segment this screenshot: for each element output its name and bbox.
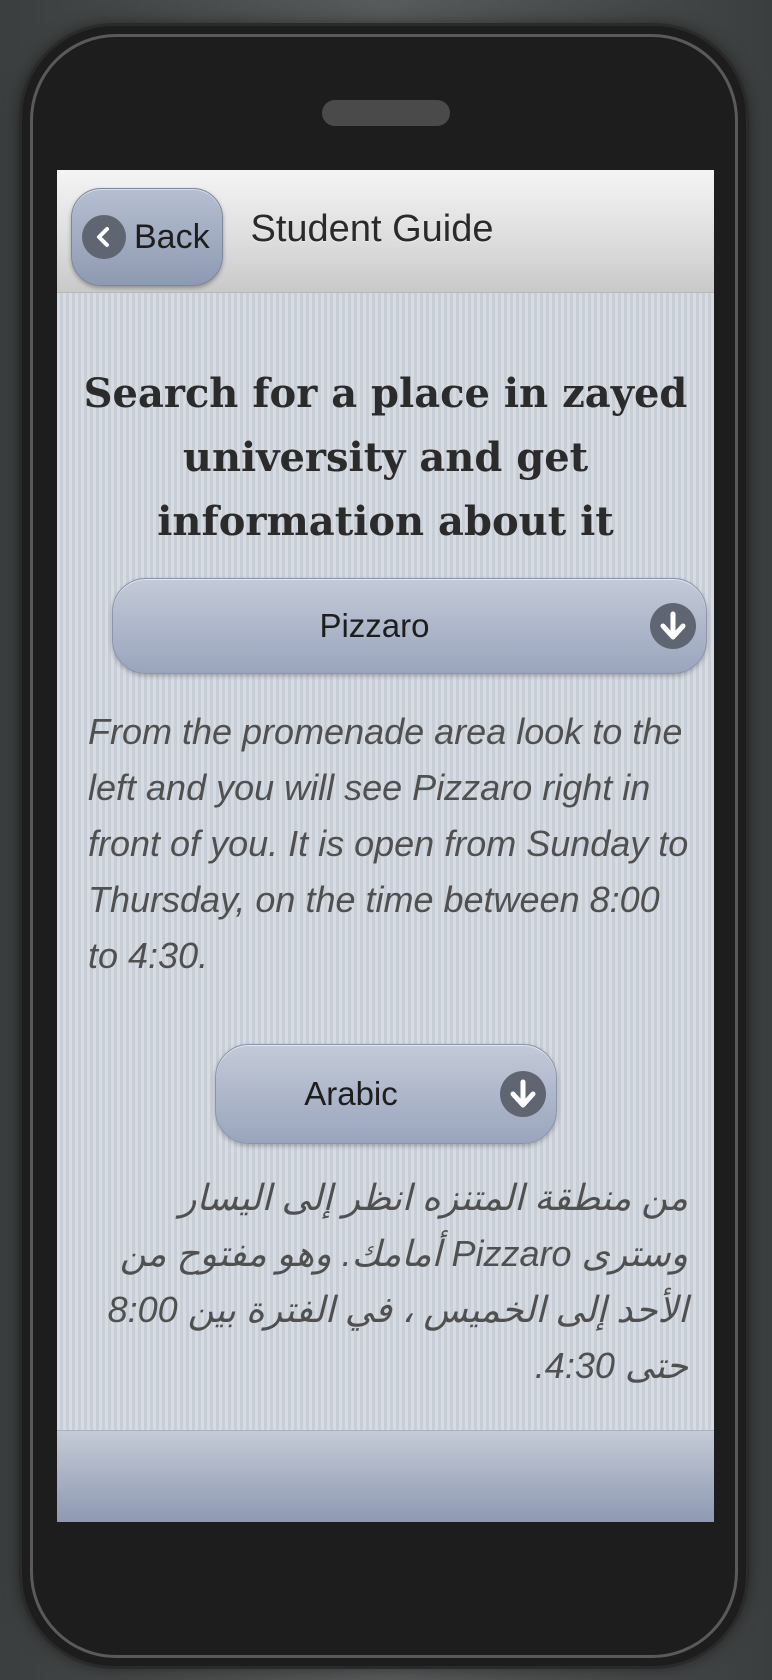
place-description-english: From the promenade area look to the left… xyxy=(88,711,689,976)
chevron-left-icon xyxy=(82,215,126,259)
arrow-down-icon xyxy=(500,1071,546,1117)
arrow-down-icon xyxy=(650,603,696,649)
back-button[interactable]: Back xyxy=(71,188,223,286)
phone-speaker xyxy=(322,100,450,126)
language-select-value: Arabic xyxy=(304,1075,398,1112)
place-description-arabic: من منطقة المتنزه انظر إلى اليسار وسترى P… xyxy=(107,1177,688,1386)
search-heading: Search for a place in zayed university a… xyxy=(83,370,688,545)
app-screen: Back Student Guide Search for a place in… xyxy=(57,170,714,1522)
footer-bar xyxy=(57,1430,714,1522)
place-select-value: Pizzaro xyxy=(319,607,430,644)
back-button-label: Back xyxy=(134,217,210,256)
place-select[interactable]: Pizzaro xyxy=(112,578,707,674)
header-bar: Back Student Guide xyxy=(57,170,714,293)
page-title: Student Guide xyxy=(250,208,494,250)
language-select[interactable]: Arabic xyxy=(215,1044,557,1144)
phone-frame: Back Student Guide Search for a place in… xyxy=(22,26,746,1666)
background: Back Student Guide Search for a place in… xyxy=(0,0,772,1680)
